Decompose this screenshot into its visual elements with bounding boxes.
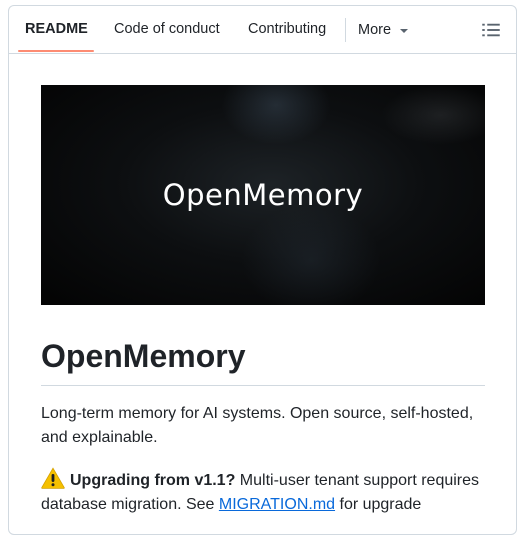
tab-divider xyxy=(345,18,346,42)
heading-divider xyxy=(41,385,485,386)
chevron-down-icon xyxy=(400,28,409,33)
more-tabs-label: More xyxy=(358,21,392,38)
active-tab-indicator xyxy=(18,50,94,52)
tab-contributing[interactable]: Contributing xyxy=(248,6,326,53)
upgrade-notice-title: Upgrading from v1.1? xyxy=(70,472,236,489)
upgrade-notice-text-end: for upgrade xyxy=(335,496,422,513)
upgrade-notice: Upgrading from v1.1? Multi-user tenant s… xyxy=(41,467,491,517)
warning-icon xyxy=(41,467,65,489)
readme-description: Long-term memory for AI systems. Open so… xyxy=(41,405,474,446)
readme-tab-bar: README Code of conduct Contributing More xyxy=(9,6,516,54)
outline-toggle-button[interactable] xyxy=(481,20,501,40)
tab-readme[interactable]: README xyxy=(25,6,88,53)
readme-heading: OpenMemory xyxy=(41,338,246,374)
hero-banner-image: OpenMemory xyxy=(41,85,485,305)
more-tabs-dropdown[interactable]: More xyxy=(358,6,409,53)
migration-link[interactable]: MIGRATION.md xyxy=(219,496,335,513)
hero-title: OpenMemory xyxy=(162,178,364,212)
tab-code-of-conduct[interactable]: Code of conduct xyxy=(114,6,220,53)
readme-panel: README Code of conduct Contributing More… xyxy=(8,5,517,535)
list-unordered-icon xyxy=(482,23,500,37)
